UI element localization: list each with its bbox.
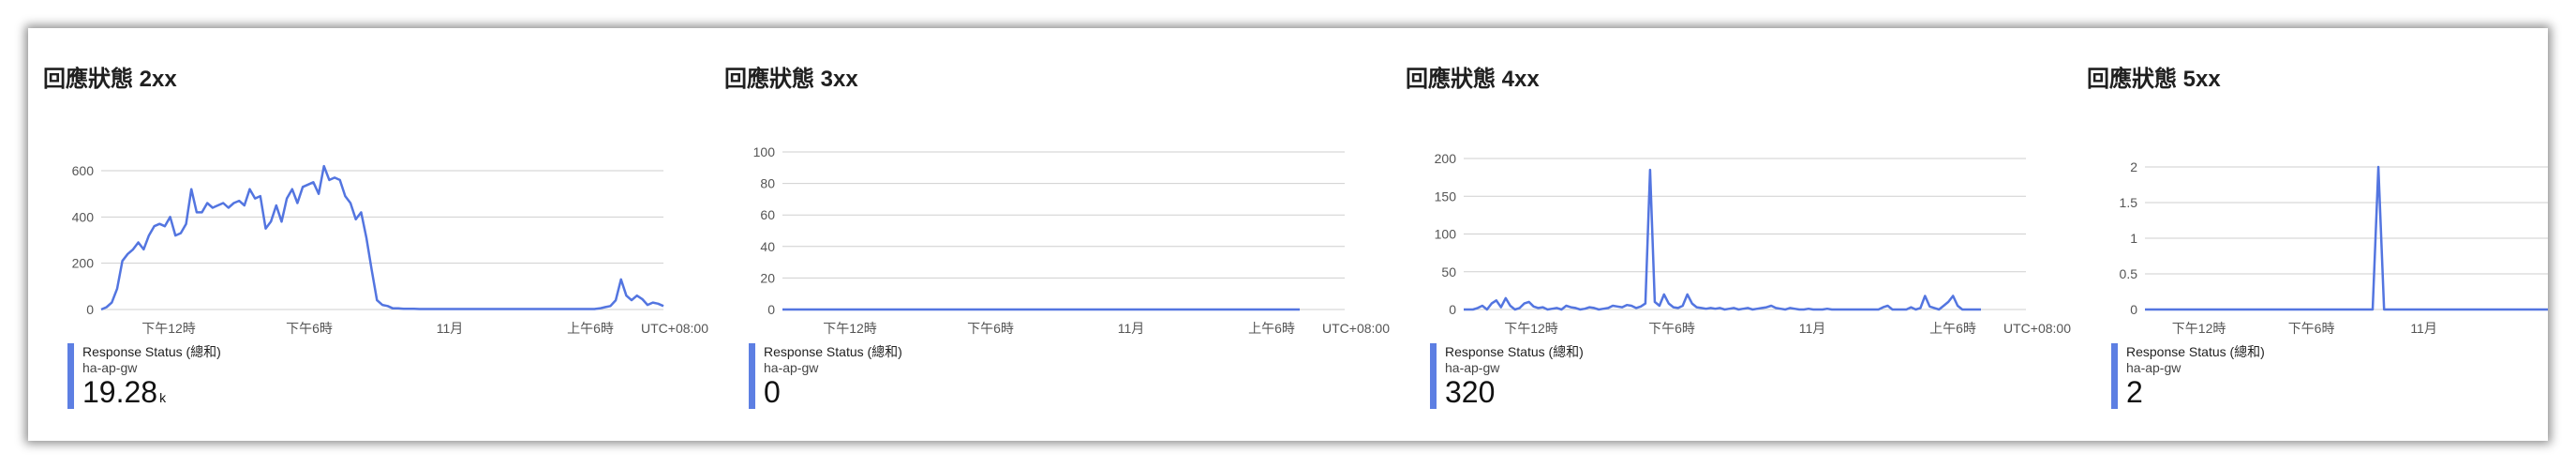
timezone-label: UTC+08:00 (641, 321, 708, 336)
x-tick-label: 下午6時 (967, 321, 1014, 336)
series-line (100, 164, 664, 311)
y-tick-label: 200 (1435, 151, 1457, 166)
dashboard-frame: 回應狀態 2xx 0 200 400 600 下午12時 下午6時 11月 上午6時 UTC+0… (28, 28, 2548, 441)
chart-2xx: 0 200 400 600 下午12時 下午6時 11月 上午6時 UTC+08:00 (72, 163, 709, 336)
x-tick-label: 下午6時 (1648, 321, 1695, 336)
legend-series-name: Response Status (總和) (764, 344, 902, 359)
total-number: 320 (1445, 375, 1496, 409)
chart-3xx: 0 20 40 60 80 100 下午12時 下午6時 11月 上午6時 UTC+08:00 (753, 144, 1391, 336)
legend[interactable]: Response Status (總和) ha-ap-gw 0 (749, 343, 902, 409)
legend-resource-name: ha-ap-gw (2126, 360, 2181, 375)
x-tick-label: 上午6時 (567, 321, 614, 336)
y-tick-label: 100 (1435, 227, 1457, 242)
legend-resource-name: ha-ap-gw (1445, 360, 1500, 375)
legend-series-name: Response Status (總和) (82, 344, 221, 359)
legend-color-bar (2111, 343, 2118, 409)
y-tick-label: 80 (760, 176, 775, 191)
x-tick-label: 11月 (2410, 321, 2437, 336)
legend-total-value: 2 (2126, 375, 2265, 415)
x-tick-label: 上午6時 (1929, 321, 1976, 336)
y-tick-label: 400 (72, 209, 95, 224)
y-tick-label: 60 (760, 207, 775, 222)
y-tick-label: 0 (767, 302, 775, 317)
legend-total-value: 19.28 k (82, 375, 221, 415)
x-tick-label: 下午12時 (2172, 321, 2226, 336)
chart-panel-3xx[interactable]: 回應狀態 3xx 0 20 40 60 80 100 下午12時 下午6時 11月 上午6時 UTC… (709, 28, 1391, 441)
x-tick-label: 11月 (437, 321, 464, 336)
y-tick-label: 40 (760, 239, 775, 254)
legend-series-name: Response Status (總和) (1445, 344, 1584, 359)
y-tick-label: 1.5 (2120, 195, 2138, 210)
legend-resource-name: ha-ap-gw (764, 360, 819, 375)
legend[interactable]: Response Status (總和) ha-ap-gw 320 (1430, 343, 1584, 409)
legend-color-bar (749, 343, 755, 409)
legend[interactable]: Response Status (總和) ha-ap-gw 2 (2111, 343, 2265, 409)
x-tick-label: 上午6時 (1248, 321, 1295, 336)
y-tick-label: 0 (1449, 302, 1456, 317)
legend-resource-name: ha-ap-gw (82, 360, 138, 375)
y-tick-label: 20 (760, 270, 775, 285)
legend-total-value: 320 (1445, 375, 1584, 415)
legend-color-bar (1430, 343, 1437, 409)
timezone-label: UTC+08:00 (2003, 321, 2071, 336)
total-number: 19.28 (82, 375, 158, 409)
y-tick-label: 150 (1435, 189, 1457, 204)
y-tick-label: 0 (86, 302, 94, 317)
legend-total-value: 0 (764, 375, 902, 415)
total-number: 2 (2126, 375, 2143, 409)
x-tick-label: 下午12時 (1504, 321, 1558, 336)
legend-color-bar (67, 343, 74, 409)
series-line (1464, 168, 1981, 311)
x-tick-label: 11月 (1118, 321, 1145, 336)
legend-series-name: Response Status (總和) (2126, 344, 2265, 359)
x-tick-label: 下午12時 (141, 321, 196, 336)
y-tick-label: 1 (2130, 231, 2137, 246)
y-tick-label: 0 (2130, 302, 2137, 317)
legend[interactable]: Response Status (總和) ha-ap-gw 19.28 k (67, 343, 221, 409)
x-tick-label: 11月 (1799, 321, 1826, 336)
x-tick-label: 下午6時 (2288, 321, 2335, 336)
y-tick-label: 600 (72, 163, 95, 178)
chart-panel-4xx[interactable]: 回應狀態 4xx 0 50 100 150 200 下午12時 下午6時 11月 上午6時 UTC… (1391, 28, 2072, 441)
y-tick-label: 2 (2130, 159, 2137, 174)
chart-5xx: 0 0.5 1 1.5 2 下午12時 下午6時 11月 (2120, 159, 2548, 336)
total-number: 0 (764, 375, 781, 409)
y-tick-label: 200 (72, 256, 95, 271)
total-unit: k (159, 390, 167, 405)
chart-panel-5xx[interactable]: 回應狀態 5xx 0 0.5 1 1.5 2 下午12時 下午6時 11月 Response … (2072, 28, 2548, 441)
timezone-label: UTC+08:00 (1322, 321, 1390, 336)
chart-4xx: 0 50 100 150 200 下午12時 下午6時 11月 上午6時 UTC+08:00 (1435, 151, 2072, 336)
y-tick-label: 50 (1441, 264, 1456, 279)
chart-panel-2xx[interactable]: 回應狀態 2xx 0 200 400 600 下午12時 下午6時 11月 上午6時 UTC+0… (28, 28, 709, 441)
y-tick-label: 100 (753, 144, 776, 159)
y-tick-label: 0.5 (2120, 266, 2138, 281)
x-tick-label: 下午6時 (286, 321, 333, 336)
x-tick-label: 下午12時 (823, 321, 877, 336)
